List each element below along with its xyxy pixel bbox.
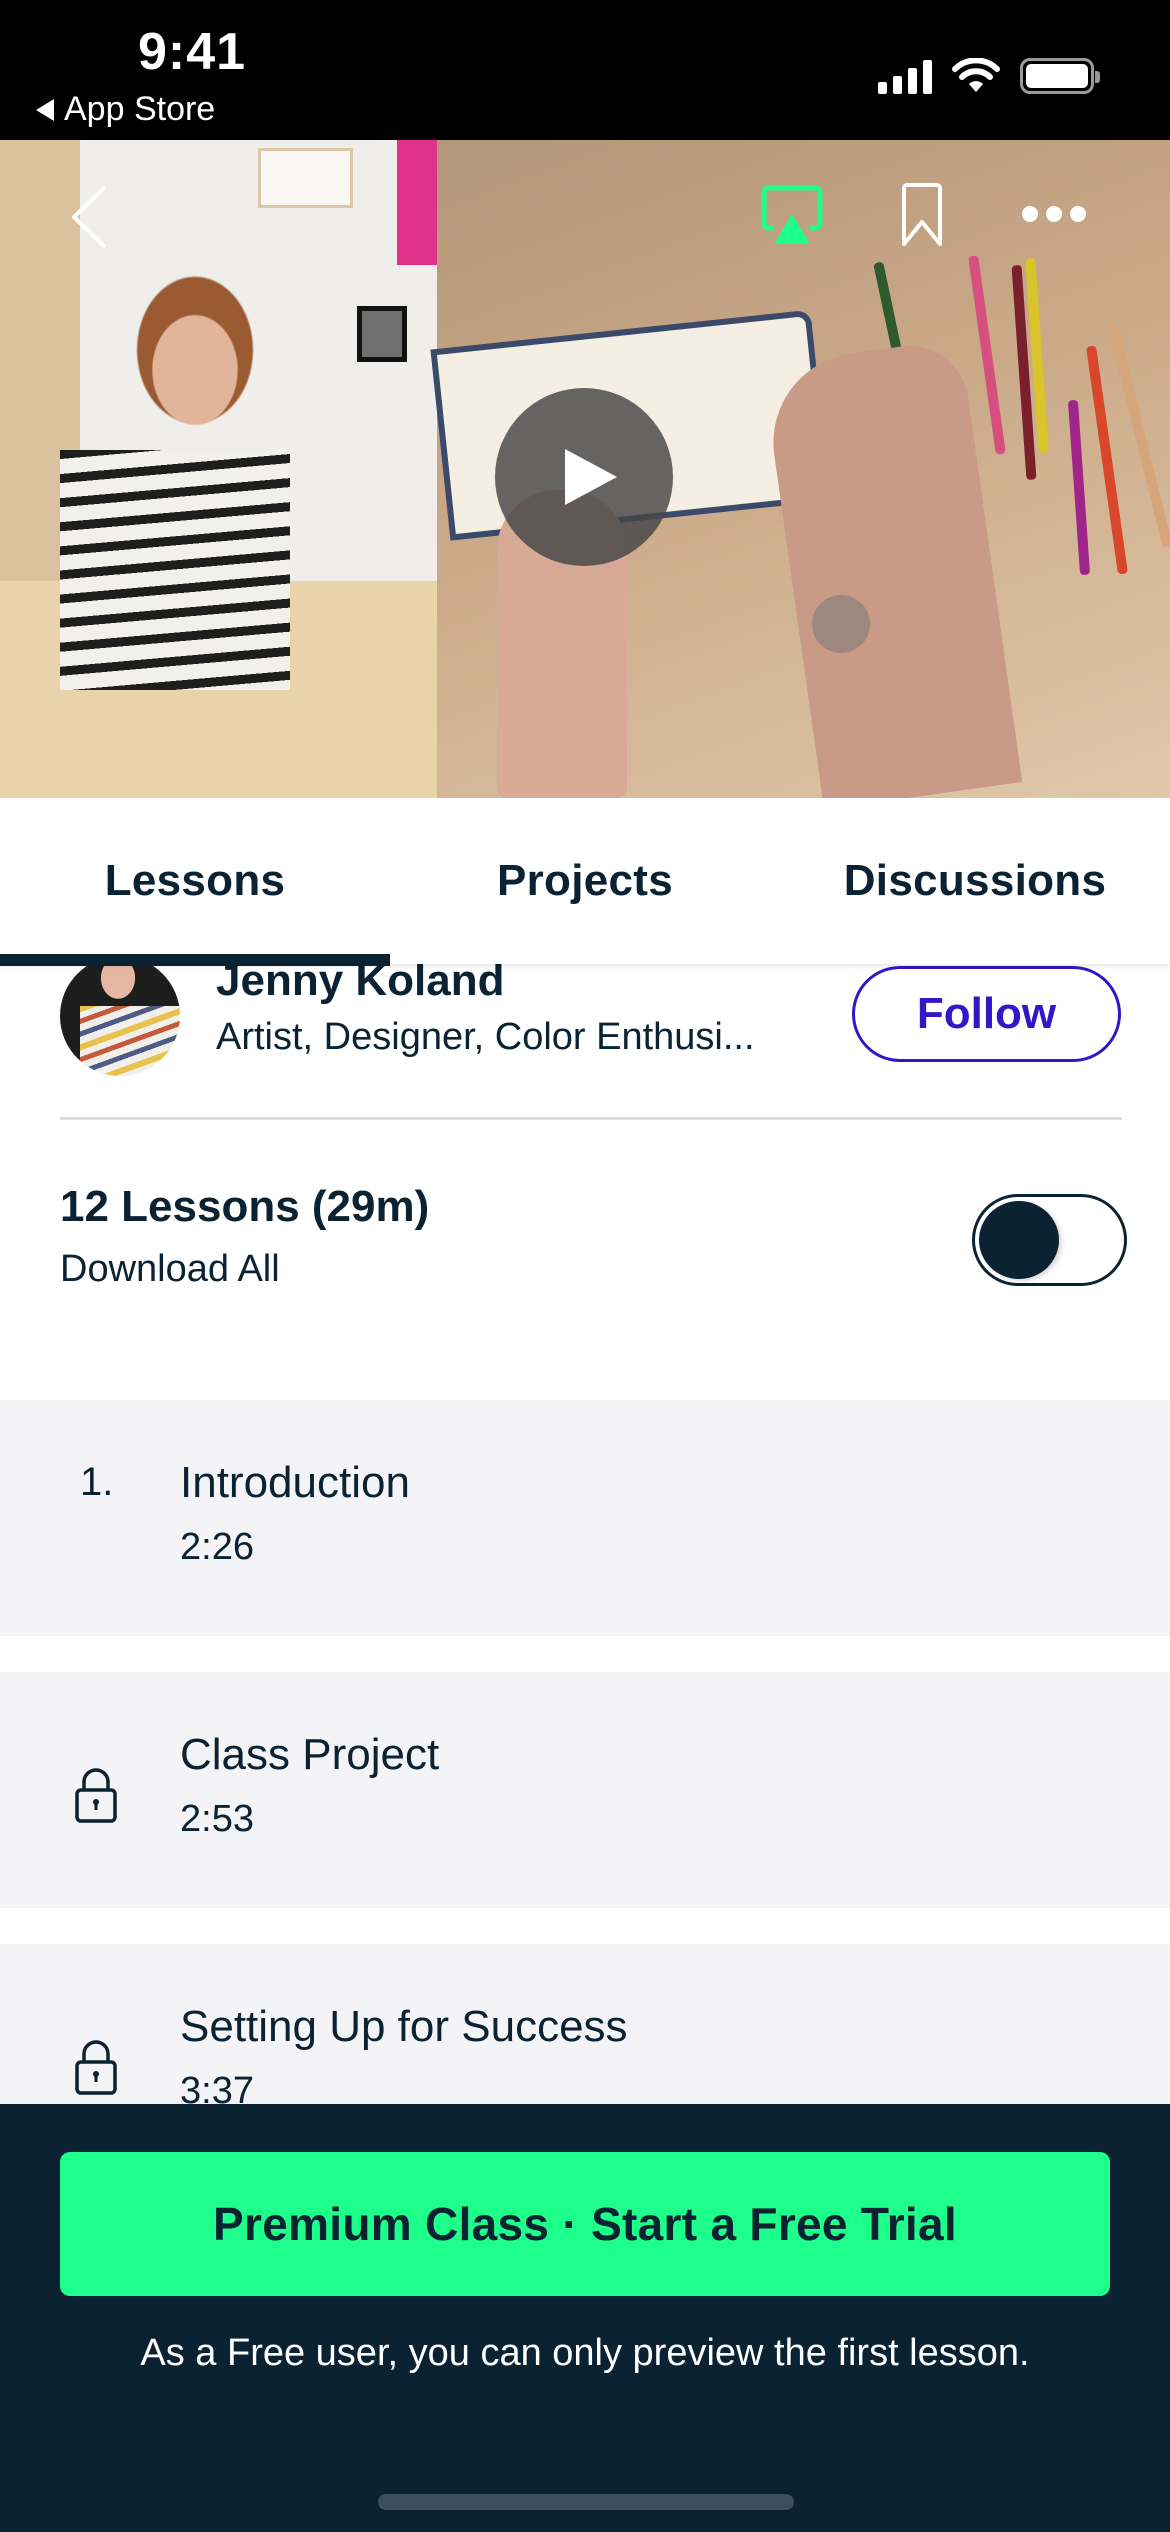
lesson-item[interactable]: 1. Introduction 2:26 — [0, 1400, 1170, 1636]
back-app-label: App Store — [64, 90, 216, 128]
lesson-item[interactable]: Class Project 2:53 — [0, 1672, 1170, 1908]
play-button[interactable] — [495, 388, 673, 566]
instructor-title: Artist, Designer, Color Enthusi... — [216, 1016, 755, 1058]
follow-button[interactable]: Follow — [852, 966, 1121, 1062]
lock-icon — [75, 2040, 117, 2095]
free-user-note: As a Free user, you can only preview the… — [140, 2332, 1030, 2374]
bookmark-icon[interactable] — [900, 182, 944, 248]
home-indicator[interactable] — [378, 2494, 794, 2510]
lesson-number: 1. — [80, 1460, 114, 1504]
battery-icon — [1020, 58, 1100, 94]
lesson-title: Introduction — [180, 1458, 410, 1507]
back-to-app-store[interactable]: App Store — [36, 90, 215, 129]
wifi-icon — [952, 58, 1000, 92]
status-icons — [878, 58, 1100, 94]
lessons-count: 12 Lessons (29m) — [60, 1182, 430, 1231]
airplay-icon[interactable] — [760, 184, 824, 246]
download-all-toggle[interactable] — [972, 1194, 1127, 1286]
tab-bar: Lessons Projects Discussions — [0, 798, 1170, 966]
download-all-label: Download All — [60, 1248, 280, 1290]
start-free-trial-button[interactable]: Premium Class · Start a Free Trial — [60, 2152, 1110, 2296]
lesson-duration: 2:26 — [180, 1526, 254, 1568]
active-tab-indicator — [0, 954, 390, 966]
cellular-signal-icon — [878, 58, 932, 94]
lock-icon — [75, 1768, 117, 1823]
instructor-avatar[interactable] — [60, 956, 180, 1076]
tab-discussions[interactable]: Discussions — [780, 798, 1170, 964]
premium-panel: Premium Class · Start a Free Trial As a … — [0, 2104, 1170, 2532]
tab-lessons[interactable]: Lessons — [0, 798, 390, 964]
chevron-left-icon[interactable] — [66, 182, 116, 252]
status-bar: 9:41 App Store — [0, 0, 1170, 140]
divider — [60, 1117, 1122, 1120]
back-triangle-icon — [36, 98, 54, 121]
class-video-player[interactable] — [0, 140, 1170, 798]
lesson-title: Setting Up for Success — [180, 2002, 628, 2051]
instructor-row: Jenny Koland Artist, Designer, Color Ent… — [0, 956, 1170, 1120]
status-time: 9:41 — [138, 23, 247, 81]
more-horizontal-icon[interactable] — [1022, 204, 1086, 224]
toggle-knob — [979, 1201, 1059, 1279]
tab-projects[interactable]: Projects — [390, 798, 780, 964]
play-icon — [565, 449, 617, 505]
lesson-title: Class Project — [180, 1730, 440, 1779]
lesson-duration: 2:53 — [180, 1798, 254, 1840]
